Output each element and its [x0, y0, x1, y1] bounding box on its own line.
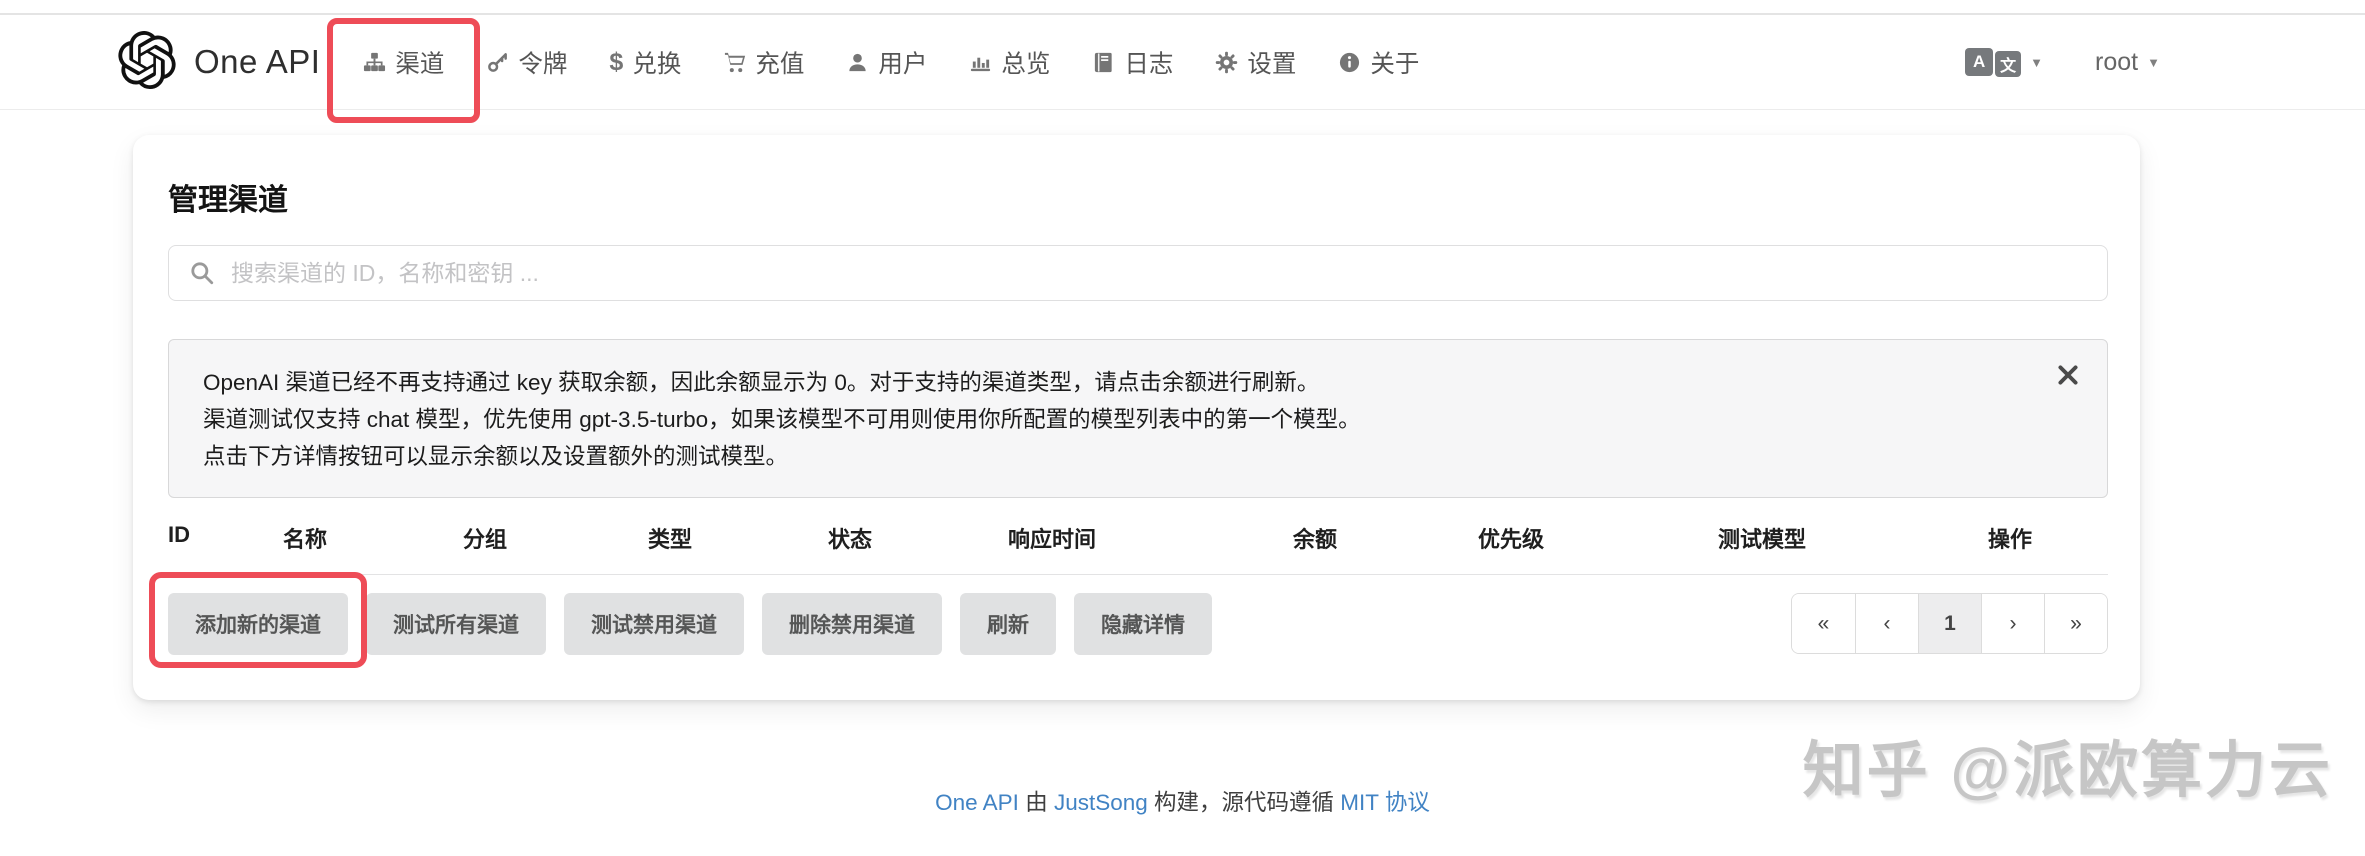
- main-card: 管理渠道 OpenAI 渠道已经不再支持通过 key 获取余额，因此余额显示为 …: [133, 135, 2140, 700]
- key-icon: [486, 51, 509, 74]
- chevron-down-icon: ▼: [2030, 54, 2044, 70]
- nav-item-topup[interactable]: 充值: [702, 35, 825, 90]
- column-header-actions: 操作: [1988, 527, 2033, 552]
- column-header-priority[interactable]: 优先级: [1478, 522, 1718, 554]
- nav-item-label: 日志: [1124, 50, 1174, 78]
- notice-line: OpenAI 渠道已经不再支持通过 key 获取余额，因此余额显示为 0。对于支…: [203, 370, 1320, 395]
- pagination-page-1[interactable]: 1: [1918, 594, 1981, 653]
- nav-item-label: 令牌: [518, 50, 568, 78]
- table-footer: 添加新的渠道 测试所有渠道 测试禁用渠道 删除禁用渠道 刷新 隐藏详情 « ‹ …: [149, 572, 2108, 668]
- column-header-group[interactable]: 分组: [463, 522, 648, 554]
- page-title: 管理渠道: [168, 184, 288, 217]
- nav-item-label: 用户: [878, 50, 928, 78]
- username: root: [2095, 47, 2139, 76]
- column-header-name[interactable]: 名称: [283, 522, 463, 554]
- nav-item-label: 充值: [755, 50, 805, 78]
- nav-item-label: 关于: [1370, 50, 1420, 78]
- refresh-button[interactable]: 刷新: [960, 593, 1056, 655]
- nav-item-settings[interactable]: 设置: [1194, 35, 1317, 90]
- pagination-prev[interactable]: ‹: [1855, 594, 1918, 653]
- column-header-type[interactable]: 类型: [648, 522, 828, 554]
- sitemap-icon: [363, 51, 386, 74]
- notice-line: 渠道测试仅支持 chat 模型，优先使用 gpt-3.5-turbo，如果该模型…: [203, 407, 1361, 432]
- footer-text: 由: [1018, 790, 1054, 815]
- dollar-icon: $: [609, 47, 624, 76]
- test-disabled-channels-button[interactable]: 测试禁用渠道: [564, 593, 744, 655]
- nav-item-label: 总览: [1001, 50, 1051, 78]
- top-nav: One API 渠道 令牌 $ 兑换 充值 用户 总览 日志 设置 关于 A 文…: [0, 15, 2365, 123]
- nav-right: A 文 ▼ root ▼: [1965, 48, 2160, 77]
- nav-item-about[interactable]: 关于: [1317, 35, 1440, 90]
- translate-icon-cjk: 文: [1995, 51, 2022, 77]
- footer-text: 构建，源代码遵循: [1147, 790, 1341, 815]
- info-icon: [1338, 51, 1361, 74]
- pagination: « ‹ 1 › »: [1791, 593, 2108, 654]
- nav-item-users[interactable]: 用户: [825, 35, 948, 90]
- user-menu[interactable]: root ▼: [2095, 48, 2160, 77]
- footer-brand-link[interactable]: One API: [935, 790, 1019, 815]
- column-header-id[interactable]: ID: [168, 522, 283, 554]
- nav-item-logs[interactable]: 日志: [1071, 35, 1194, 90]
- pagination-last[interactable]: »: [2044, 594, 2107, 653]
- translate-icon: A: [1965, 48, 1994, 76]
- brand[interactable]: One API: [118, 30, 321, 94]
- delete-disabled-channels-button[interactable]: 删除禁用渠道: [762, 593, 942, 655]
- cart-icon: [723, 51, 746, 74]
- add-channel-button[interactable]: 添加新的渠道: [168, 593, 348, 655]
- notice-line: 点击下方详情按钮可以显示余额以及设置额外的测试模型。: [203, 444, 789, 469]
- column-header-balance[interactable]: 余额: [1293, 522, 1478, 554]
- language-selector[interactable]: A 文 ▼: [1965, 48, 2044, 77]
- bar-chart-icon: [969, 51, 992, 74]
- nav-menu: 渠道 令牌 $ 兑换 充值 用户 总览 日志 设置 关于: [327, 17, 1440, 123]
- nav-item-label: 渠道: [395, 50, 445, 78]
- footer-license-link[interactable]: MIT 协议: [1340, 790, 1430, 815]
- book-icon: [1092, 51, 1115, 74]
- info-message: OpenAI 渠道已经不再支持通过 key 获取余额，因此余额显示为 0。对于支…: [168, 339, 2108, 498]
- nav-item-label: 兑换: [632, 50, 682, 78]
- user-icon: [846, 51, 869, 74]
- search-input[interactable]: [168, 245, 2108, 301]
- column-header-response-time[interactable]: 响应时间: [1008, 522, 1293, 554]
- column-header-test-model[interactable]: 测试模型: [1718, 522, 1988, 554]
- hide-details-button[interactable]: 隐藏详情: [1074, 593, 1212, 655]
- table-header-row: ID 名称 分组 类型 状态 响应时间 余额 优先级 测试模型 操作: [168, 522, 2108, 554]
- brand-title: One API: [194, 43, 321, 80]
- action-button-row: 添加新的渠道 测试所有渠道 测试禁用渠道 删除禁用渠道 刷新 隐藏详情: [149, 572, 1212, 668]
- nav-item-tokens[interactable]: 令牌: [465, 35, 588, 90]
- pagination-first[interactable]: «: [1792, 594, 1855, 653]
- column-header-status[interactable]: 状态: [828, 522, 1008, 554]
- gear-icon: [1215, 51, 1238, 74]
- nav-item-channels[interactable]: 渠道: [327, 17, 481, 123]
- close-icon[interactable]: [2055, 362, 2081, 388]
- zhihu-watermark: 知乎 @派欧算力云: [1802, 736, 2333, 804]
- search-box: [168, 245, 2108, 301]
- nav-item-dashboard[interactable]: 总览: [948, 35, 1071, 90]
- chevron-down-icon: ▼: [2147, 54, 2160, 70]
- nav-item-label: 设置: [1247, 50, 1297, 78]
- test-all-channels-button[interactable]: 测试所有渠道: [366, 593, 546, 655]
- footer-author-link[interactable]: JustSong: [1054, 790, 1148, 815]
- pagination-next[interactable]: ›: [1981, 594, 2044, 653]
- nav-item-redeem[interactable]: $ 兑换: [588, 35, 702, 90]
- openai-logo-icon: [118, 30, 176, 94]
